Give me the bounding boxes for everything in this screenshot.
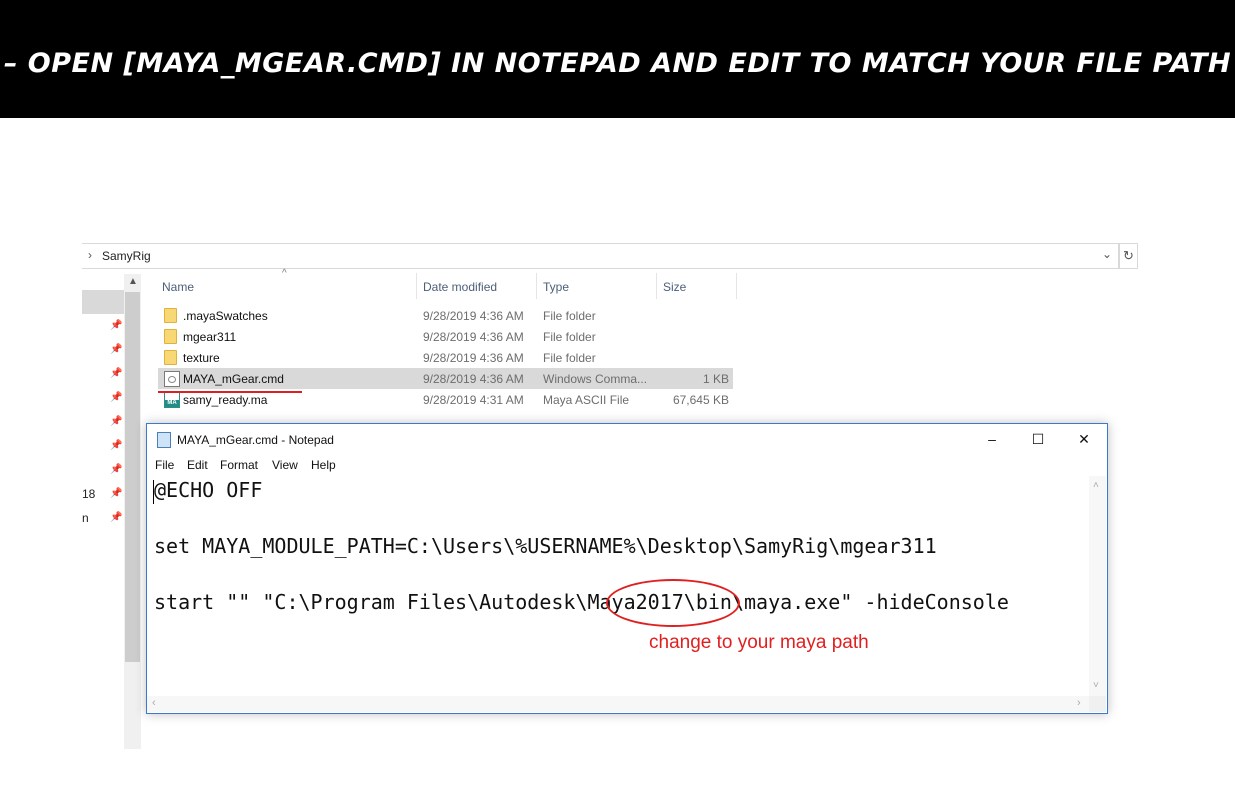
column-divider[interactable] bbox=[736, 273, 737, 299]
window-title: MAYA_mGear.cmd - Notepad bbox=[177, 433, 334, 447]
breadcrumb[interactable]: SamyRig bbox=[102, 249, 151, 263]
annotation-note: change to your maya path bbox=[649, 632, 869, 653]
file-row[interactable]: texture 9/28/2019 4:36 AM File folder bbox=[158, 347, 733, 368]
pin-icon: 📌 bbox=[110, 368, 123, 379]
editor-vertical-scrollbar[interactable]: ˄ ˅ bbox=[1089, 476, 1106, 696]
maya-ascii-icon: MA bbox=[164, 392, 180, 408]
file-size: 67,645 KB bbox=[672, 393, 729, 407]
chevron-down-icon[interactable]: ⌄ bbox=[1102, 247, 1112, 261]
folder-icon bbox=[164, 350, 177, 365]
chevron-right-icon: › bbox=[88, 248, 92, 262]
title-bar[interactable]: MAYA_mGear.cmd - Notepad – ☐ ✕ bbox=[147, 424, 1107, 454]
file-date: 9/28/2019 4:36 AM bbox=[423, 330, 524, 344]
banner-title: – OPEN [MAYA_MGEAR.CMD] IN NOTEPAD AND E… bbox=[3, 48, 1232, 79]
menu-file[interactable]: File bbox=[155, 458, 174, 472]
menu-help[interactable]: Help bbox=[311, 458, 336, 472]
pin-icon: 📌 bbox=[110, 512, 123, 523]
scroll-up-icon[interactable]: ▲ bbox=[128, 276, 138, 287]
file-name: MAYA_mGear.cmd bbox=[183, 372, 284, 386]
menu-bar: File Edit Format View Help bbox=[147, 455, 1107, 475]
file-name: mgear311 bbox=[183, 330, 237, 344]
pin-icon: 📌 bbox=[110, 440, 123, 451]
scrollbar-corner bbox=[1089, 696, 1106, 712]
nav-selected-item[interactable] bbox=[82, 290, 124, 314]
minimize-button[interactable]: – bbox=[969, 424, 1015, 454]
notepad-icon bbox=[157, 432, 171, 448]
file-date: 9/28/2019 4:36 AM bbox=[423, 351, 524, 365]
scroll-down-icon[interactable]: ˅ bbox=[1093, 680, 1099, 691]
pin-icon: 📌 bbox=[110, 320, 123, 331]
file-row[interactable]: .mayaSwatches 9/28/2019 4:36 AM File fol… bbox=[158, 305, 733, 326]
menu-format[interactable]: Format bbox=[220, 458, 258, 472]
file-type: File folder bbox=[543, 309, 596, 323]
address-bar[interactable]: › SamyRig ⌄ bbox=[82, 243, 1119, 269]
file-name: texture bbox=[183, 351, 220, 365]
file-type: File folder bbox=[543, 351, 596, 365]
pin-icon: 📌 bbox=[110, 488, 123, 499]
folder-icon bbox=[164, 329, 177, 344]
navigation-pane: 📌 📌 📌 📌 📌 📌 📌 18 📌 n 📌 ▲ bbox=[82, 274, 142, 749]
pin-icon: 📌 bbox=[110, 464, 123, 475]
code-line: set MAYA_MODULE_PATH=C:\Users\%USERNAME%… bbox=[154, 534, 937, 558]
editor-horizontal-scrollbar[interactable]: ‹ › bbox=[147, 696, 1089, 712]
scroll-up-icon[interactable]: ˄ bbox=[1093, 480, 1099, 491]
file-date: 9/28/2019 4:36 AM bbox=[423, 309, 524, 323]
pin-icon: 📌 bbox=[110, 392, 123, 403]
highlight-underline bbox=[158, 391, 302, 393]
column-header-type[interactable]: Type bbox=[537, 273, 656, 301]
highlight-circle bbox=[606, 579, 740, 627]
file-type: Windows Comma... bbox=[543, 372, 648, 386]
notepad-window: MAYA_mGear.cmd - Notepad – ☐ ✕ File Edit… bbox=[146, 423, 1108, 714]
file-row[interactable]: mgear311 9/28/2019 4:36 AM File folder bbox=[158, 326, 733, 347]
file-date: 9/28/2019 4:36 AM bbox=[423, 372, 524, 386]
pin-icon: 📌 bbox=[110, 344, 123, 355]
refresh-icon[interactable]: ↻ bbox=[1119, 243, 1138, 269]
nav-scrollbar[interactable]: ▲ bbox=[124, 274, 141, 749]
scroll-thumb[interactable] bbox=[125, 292, 140, 662]
nav-item-label[interactable]: n bbox=[82, 511, 89, 525]
file-type: Maya ASCII File bbox=[543, 393, 630, 407]
menu-edit[interactable]: Edit bbox=[187, 458, 208, 472]
column-header-name[interactable]: Name bbox=[158, 273, 416, 301]
code-line: start "" "C:\Program Files\Autodesk\Maya… bbox=[154, 590, 1009, 614]
close-button[interactable]: ✕ bbox=[1061, 424, 1107, 454]
file-name: .mayaSwatches bbox=[183, 309, 268, 323]
nav-item-label[interactable]: 18 bbox=[82, 487, 95, 501]
column-header-size[interactable]: Size bbox=[657, 273, 736, 301]
menu-view[interactable]: View bbox=[272, 458, 298, 472]
folder-icon bbox=[164, 308, 177, 323]
file-size: 1 KB bbox=[702, 372, 729, 386]
file-name: samy_ready.ma bbox=[183, 393, 268, 407]
text-editor[interactable]: @ECHO OFF set MAYA_MODULE_PATH=C:\Users\… bbox=[147, 476, 1089, 696]
pin-icon: 📌 bbox=[110, 416, 123, 427]
code-line: @ECHO OFF bbox=[154, 478, 263, 502]
scroll-left-icon[interactable]: ‹ bbox=[152, 697, 156, 709]
column-header-date[interactable]: Date modified bbox=[417, 273, 536, 301]
scroll-right-icon[interactable]: › bbox=[1077, 697, 1081, 709]
file-date: 9/28/2019 4:31 AM bbox=[423, 393, 524, 407]
file-type: File folder bbox=[543, 330, 596, 344]
cmd-file-icon bbox=[164, 371, 180, 387]
file-row-selected[interactable]: MAYA_mGear.cmd 9/28/2019 4:36 AM Windows… bbox=[158, 368, 733, 389]
title-banner: – OPEN [MAYA_MGEAR.CMD] IN NOTEPAD AND E… bbox=[0, 0, 1235, 118]
maximize-button[interactable]: ☐ bbox=[1015, 424, 1061, 454]
